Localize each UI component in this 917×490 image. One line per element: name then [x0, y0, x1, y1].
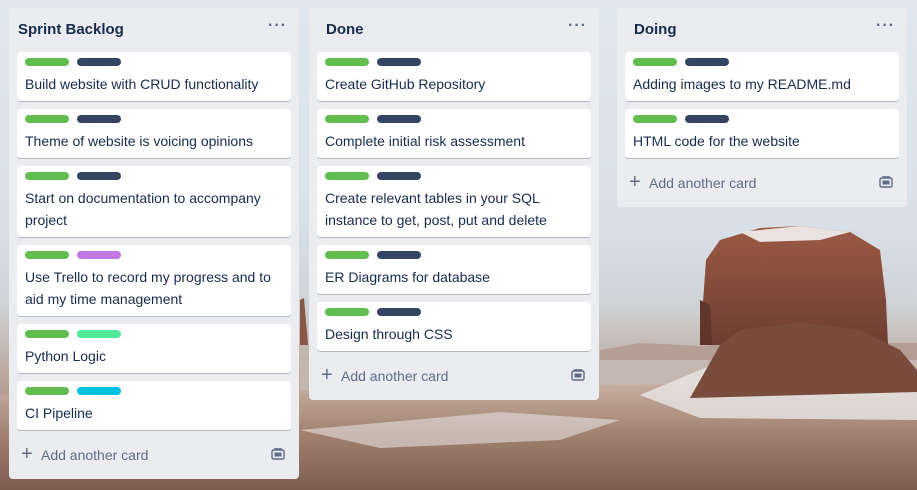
label-green[interactable] — [633, 115, 677, 123]
card-list: Build website with CRUD functionality Th… — [9, 52, 299, 430]
label-green[interactable] — [25, 115, 69, 123]
list-header: Doing ··· — [617, 8, 907, 52]
label-navy[interactable] — [377, 115, 421, 123]
plus-icon: + — [321, 364, 333, 386]
label-navy[interactable] — [685, 58, 729, 66]
label-green[interactable] — [325, 172, 369, 180]
card-labels — [25, 251, 283, 261]
label-navy[interactable] — [377, 58, 421, 66]
label-green[interactable] — [25, 330, 69, 338]
label-navy[interactable] — [77, 58, 121, 66]
list-title[interactable]: Doing — [634, 21, 677, 38]
card-list: Adding images to my README.md HTML code … — [617, 52, 907, 158]
card[interactable]: Python Logic — [17, 324, 291, 373]
board: Sprint Backlog ··· Build website with CR… — [0, 0, 917, 490]
plus-icon: + — [629, 171, 641, 193]
card-list: Create GitHub Repository Complete initia… — [309, 52, 599, 351]
card-labels — [633, 58, 891, 68]
label-green[interactable] — [633, 58, 677, 66]
card[interactable]: ER Diagrams for database — [317, 245, 591, 294]
label-navy[interactable] — [685, 115, 729, 123]
label-green[interactable] — [325, 115, 369, 123]
card-labels — [325, 115, 583, 125]
label-green[interactable] — [25, 172, 69, 180]
card[interactable]: Create GitHub Repository — [317, 52, 591, 101]
label-purple[interactable] — [77, 251, 121, 259]
add-card-label: Add another card — [341, 368, 449, 384]
list-done: Done ··· Create GitHub Repository Comple… — [309, 8, 599, 400]
card-labels — [25, 387, 283, 397]
more-icon[interactable]: ··· — [876, 18, 895, 34]
add-card-label: Add another card — [649, 175, 757, 191]
label-navy[interactable] — [77, 172, 121, 180]
label-lime[interactable] — [77, 330, 121, 338]
label-green[interactable] — [25, 387, 69, 395]
card-title: CI Pipeline — [25, 405, 93, 421]
card[interactable]: Theme of website is voicing opinions — [17, 109, 291, 158]
card-title: ER Diagrams for database — [325, 269, 490, 285]
list-title[interactable]: Sprint Backlog — [18, 21, 124, 38]
label-green[interactable] — [325, 251, 369, 259]
card-title: HTML code for the website — [633, 133, 800, 149]
card-title: Complete initial risk assessment — [325, 133, 525, 149]
label-navy[interactable] — [377, 308, 421, 316]
card-title: Design through CSS — [325, 326, 453, 342]
label-green[interactable] — [25, 251, 69, 259]
add-card-label: Add another card — [41, 447, 149, 463]
card[interactable]: CI Pipeline — [17, 381, 291, 430]
card-title: Adding images to my README.md — [633, 76, 851, 92]
card-title: Theme of website is voicing opinions — [25, 133, 254, 149]
card[interactable]: Build website with CRUD functionality — [17, 52, 291, 101]
card-labels — [25, 172, 283, 182]
label-green[interactable] — [25, 58, 69, 66]
label-navy[interactable] — [77, 115, 121, 123]
card-template-icon[interactable] — [271, 448, 285, 460]
more-icon[interactable]: ··· — [568, 18, 587, 34]
add-card-button[interactable]: + Add another card — [17, 438, 291, 474]
card-labels — [25, 330, 283, 340]
plus-icon: + — [21, 443, 33, 465]
card-labels — [325, 172, 583, 182]
more-icon[interactable]: ··· — [268, 18, 287, 34]
label-navy[interactable] — [377, 251, 421, 259]
list-doing: Doing ··· Adding images to my README.md … — [617, 8, 907, 207]
card[interactable]: Adding images to my README.md — [625, 52, 899, 101]
label-green[interactable] — [325, 308, 369, 316]
list-sprint-backlog: Sprint Backlog ··· Build website with CR… — [9, 8, 299, 479]
card-labels — [633, 115, 891, 125]
list-header: Sprint Backlog ··· — [9, 8, 299, 52]
card-title: Start on documentation to accompany proj… — [25, 190, 261, 228]
card-template-icon[interactable] — [571, 369, 585, 381]
card-labels — [25, 58, 283, 68]
card[interactable]: Design through CSS — [317, 302, 591, 351]
card-template-icon[interactable] — [879, 176, 893, 188]
card-title: Use Trello to record my progress and to … — [25, 269, 271, 307]
card[interactable]: Start on documentation to accompany proj… — [17, 166, 291, 237]
label-green[interactable] — [325, 58, 369, 66]
card[interactable]: Complete initial risk assessment — [317, 109, 591, 158]
card[interactable]: Use Trello to record my progress and to … — [17, 245, 291, 316]
list-header: Done ··· — [309, 8, 599, 52]
card-title: Build website with CRUD functionality — [25, 76, 259, 92]
add-card-button[interactable]: + Add another card — [625, 166, 899, 202]
card-labels — [325, 251, 583, 261]
card[interactable]: HTML code for the website — [625, 109, 899, 158]
card-title: Create GitHub Repository — [325, 76, 486, 92]
card-labels — [25, 115, 283, 125]
card[interactable]: Create relevant tables in your SQL insta… — [317, 166, 591, 237]
label-navy[interactable] — [377, 172, 421, 180]
card-labels — [325, 58, 583, 68]
list-title[interactable]: Done — [326, 21, 364, 38]
card-labels — [325, 308, 583, 318]
card-title: Python Logic — [25, 348, 106, 364]
card-title: Create relevant tables in your SQL insta… — [325, 190, 547, 228]
add-card-button[interactable]: + Add another card — [317, 359, 591, 395]
label-sky[interactable] — [77, 387, 121, 395]
